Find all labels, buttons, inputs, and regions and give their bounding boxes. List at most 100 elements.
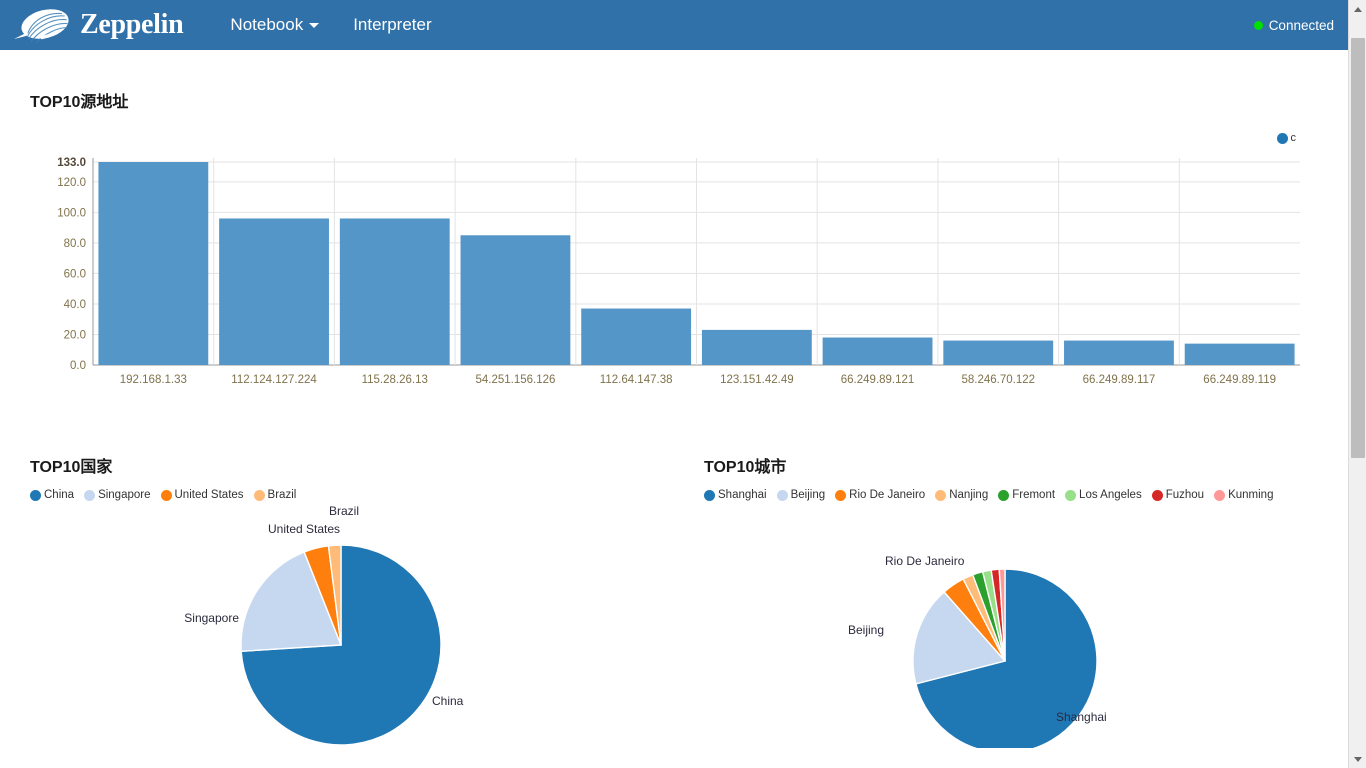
y-axis-tick-label: 20.0 — [64, 329, 86, 341]
y-axis-tick-label: 133.0 — [57, 157, 86, 169]
page-title-bar: TOP10源地址 — [30, 94, 129, 111]
legend-item[interactable]: Nanjing — [935, 489, 988, 501]
bar-rect[interactable] — [98, 162, 209, 365]
notebook-content: TOP10源地址 c 133.0 120.0 100.0 80.0 60.0 40.0 20… — [0, 50, 1348, 768]
bar-rect[interactable] — [943, 340, 1054, 365]
legend-item-label: Kunming — [1228, 489, 1274, 501]
x-axis-tick-label: 115.28.26.13 — [362, 374, 428, 386]
brand-logo[interactable]: Zeppelin — [0, 5, 184, 45]
connection-status[interactable]: Connected — [1253, 17, 1348, 33]
legend-item[interactable]: Brazil — [253, 489, 297, 501]
page-title-country: TOP10国家 — [30, 459, 113, 476]
scrollbar-thumb[interactable] — [1351, 38, 1365, 458]
legend-item-label: China — [44, 489, 75, 501]
legend-item-label: Nanjing — [949, 489, 989, 501]
nav-links: Notebook Interpreter — [213, 0, 448, 50]
x-axis-tick-label: 66.249.89.117 — [1083, 374, 1156, 386]
y-axis-tick-label: 60.0 — [64, 268, 86, 280]
bar-chart-svg[interactable]: 133.0 120.0 100.0 80.0 60.0 40.0 20.0 0.0 192.16… — [0, 150, 1348, 410]
connection-status-label: Connected — [1268, 17, 1334, 33]
page-title-city: TOP10城市 — [704, 459, 787, 476]
country-pie-legend[interactable]: China Singapore United States Brazil — [0, 489, 674, 503]
city-pie-svg[interactable]: Rio De Janeiro Beijing Shanghai — [674, 503, 1348, 748]
zeppelin-airship-icon — [12, 5, 74, 45]
y-axis-tick-label: 0.0 — [70, 360, 86, 372]
paragraph-top10-country: TOP10国家 China Singapore United States Brazi… — [0, 435, 674, 746]
city-pie-area: Rio De Janeiro Beijing Shanghai — [674, 503, 1348, 748]
legend-item[interactable]: Fremont — [998, 489, 1055, 501]
y-axis-tick-label: 80.0 — [64, 238, 86, 250]
pie-slice-label: Rio De Janeiro — [885, 554, 965, 568]
pie-slice-label: China — [432, 694, 464, 708]
city-pie-legend[interactable]: Shanghai Beijing Rio De Janeiro Nanjing Frem… — [674, 489, 1348, 503]
x-axis-tick-label: 66.249.89.119 — [1203, 374, 1276, 386]
paragraph-top10-source-address: TOP10源地址 c 133.0 120.0 100.0 80.0 60.0 40.0 20… — [0, 50, 1348, 422]
legend-swatch-icon — [84, 489, 96, 501]
bar-rect[interactable] — [581, 308, 692, 365]
x-axis-tick-label: 112.64.147.38 — [600, 374, 673, 386]
legend-label-c: c — [1290, 132, 1297, 144]
bar-rect[interactable] — [1184, 343, 1295, 365]
legend-item[interactable]: United States — [160, 489, 244, 501]
legend-swatch-icon — [935, 489, 947, 501]
legend-swatch-icon — [1214, 489, 1226, 501]
legend-item-label: Fremont — [1012, 489, 1056, 501]
nav-item-notebook-label: Notebook — [230, 15, 304, 34]
y-axis-tick-label: 120.0 — [57, 177, 86, 189]
x-axis-tick-label: 192.168.1.33 — [120, 374, 187, 386]
x-axis-tick-label: 54.251.156.126 — [475, 374, 555, 386]
legend-swatch-icon — [253, 489, 265, 501]
x-axis-tick-label: 66.249.89.121 — [841, 374, 915, 386]
status-dot-icon — [1253, 20, 1263, 30]
legend-item-label: Beijing — [790, 489, 826, 501]
scroll-down-arrow-icon[interactable] — [1349, 750, 1366, 768]
legend-item-label: Rio De Janeiro — [849, 489, 926, 501]
country-pie-area: United States Singapore China Brazil — [0, 503, 674, 746]
brand-name: Zeppelin — [80, 9, 184, 40]
legend-swatch-icon — [1151, 489, 1163, 501]
y-axis-tick-label: 40.0 — [64, 299, 86, 311]
scroll-up-arrow-icon[interactable] — [1349, 0, 1366, 18]
pie-slice-label: Singapore — [184, 611, 239, 625]
legend-item[interactable]: Singapore — [84, 489, 151, 501]
country-pie-svg[interactable]: United States Singapore China Brazil — [0, 503, 674, 748]
bar-rect[interactable] — [822, 337, 933, 365]
chevron-down-icon — [309, 22, 320, 28]
legend-item-label: Fuzhou — [1165, 489, 1205, 501]
legend-item-label: Shanghai — [718, 489, 767, 501]
legend-item[interactable]: Los Angeles — [1065, 489, 1142, 501]
legend-item-label: Los Angeles — [1079, 489, 1142, 501]
nav-item-interpreter-label: Interpreter — [353, 15, 432, 34]
pie-slice-label: United States — [268, 522, 340, 536]
legend-swatch-icon — [776, 489, 788, 501]
bar-rect[interactable] — [339, 218, 450, 365]
legend-item[interactable]: Rio De Janeiro — [835, 489, 925, 501]
legend-item[interactable]: Beijing — [776, 489, 826, 501]
legend-item[interactable]: Kunming — [1214, 489, 1273, 501]
legend-item[interactable]: China — [30, 489, 74, 501]
bar-rect[interactable] — [219, 218, 329, 365]
legend-swatch-icon — [704, 489, 715, 501]
legend-swatch-icon — [1065, 489, 1077, 501]
nav-item-notebook[interactable]: Notebook — [213, 0, 336, 50]
x-axis-tick-label: 112.124.127.224 — [231, 374, 317, 386]
top-navbar: Zeppelin Notebook Interpreter Connected — [0, 0, 1348, 50]
legend-item-label: United States — [174, 489, 244, 501]
legend-item[interactable]: Fuzhou — [1151, 489, 1205, 501]
bar-chart-legend[interactable]: c — [1276, 132, 1297, 144]
legend-item[interactable]: Shanghai — [704, 489, 767, 501]
nav-item-interpreter[interactable]: Interpreter — [336, 0, 448, 50]
bar-rect[interactable] — [1064, 340, 1174, 365]
pie-slice-label: Shanghai — [1056, 710, 1107, 724]
legend-swatch-icon — [160, 489, 172, 501]
pie-slice-label: Brazil — [329, 504, 359, 518]
zeppelin-page: Zeppelin Notebook Interpreter Connected … — [0, 0, 1366, 768]
bar-rect[interactable] — [701, 329, 812, 365]
bar-rect[interactable] — [460, 235, 571, 365]
legend-item-label: Singapore — [98, 489, 151, 501]
x-axis-tick-label: 58.246.70.122 — [961, 374, 1035, 386]
legend-item-label: Brazil — [267, 489, 297, 501]
legend-swatch-icon — [30, 489, 41, 501]
page-scrollbar[interactable] — [1348, 0, 1366, 768]
x-axis-tick-label: 123.151.42.49 — [720, 374, 794, 386]
